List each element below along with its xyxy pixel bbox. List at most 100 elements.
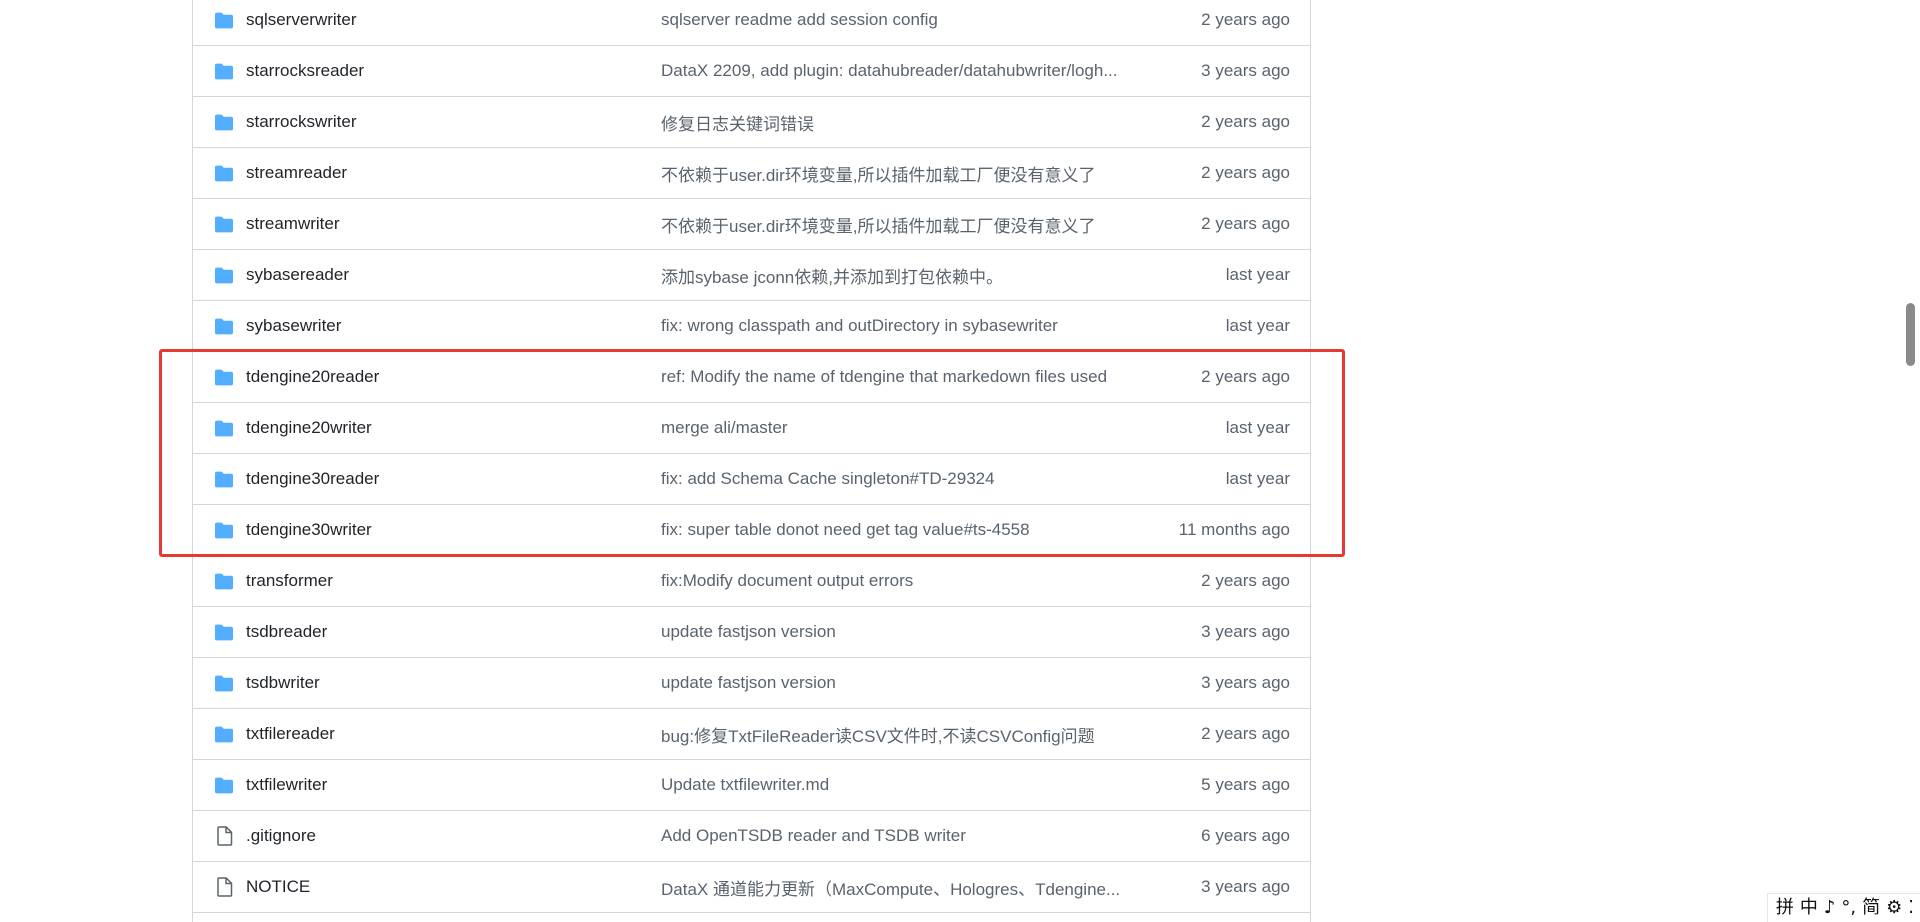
commit-message-link[interactable]: fix: super table donot need get tag valu… [661,520,1136,540]
commit-message-link[interactable]: 修复日志关键词错误 [661,110,1136,135]
file-name-link[interactable]: tdengine30reader [246,469,661,489]
commit-message-link[interactable]: bug:修复TxtFileReader读CSV文件时,不读CSVConfig问题 [661,722,1136,747]
page: sqlserverwriter sqlserver readme add sess… [0,0,1920,922]
commit-age: 5 years ago [1201,775,1290,794]
folder-icon [212,420,236,437]
file-row[interactable]: starrocksreader DataX 2209, add plugin: d… [193,46,1310,97]
file-row[interactable]: tdengine30writer fix: super table donot n… [193,505,1310,556]
folder-icon [212,165,236,182]
file-row[interactable] [193,913,1310,922]
commit-message-link[interactable]: ref: Modify the name of tdengine that ma… [661,367,1136,387]
file-row[interactable]: tsdbreader update fastjson version 3 years… [193,607,1310,658]
file-row[interactable]: .gitignore Add OpenTSDB reader and TSDB w… [193,811,1310,862]
file-name-link[interactable]: tdengine30writer [246,520,661,540]
folder-icon [212,318,236,335]
file-icon [212,877,236,897]
file-row[interactable]: starrockswriter 修复日志关键词错误 2 years ago [193,97,1310,148]
commit-age: last year [1225,265,1290,284]
commit-message-link[interactable]: Update txtfilewriter.md [661,775,1136,795]
commit-message-link[interactable]: 添加sybase jconn依赖,并添加到打包依赖中。 [661,263,1136,288]
folder-icon [212,12,236,29]
file-row[interactable]: sqlserverwriter sqlserver readme add sess… [193,0,1310,46]
commit-age: 3 years ago [1201,877,1290,896]
file-name-link[interactable]: streamwriter [246,214,661,234]
file-row[interactable]: streamwriter 不依赖于user.dir环境变量,所以插件加载工厂便没有… [193,199,1310,250]
file-name-link[interactable]: tsdbreader [246,622,661,642]
commit-message-link[interactable]: update fastjson version [661,673,1136,693]
commit-age: 2 years ago [1201,214,1290,233]
commit-age: last year [1225,469,1290,488]
folder-icon [212,471,236,488]
file-name-link[interactable]: txtfilewriter [246,775,661,795]
file-row[interactable]: tdengine30reader fix: add Schema Cache si… [193,454,1310,505]
file-row[interactable]: sybasewriter fix: wrong classpath and out… [193,301,1310,352]
folder-icon [212,369,236,386]
commit-age: 3 years ago [1201,61,1290,80]
file-name-link[interactable]: transformer [246,571,661,591]
commit-age: 2 years ago [1201,163,1290,182]
file-name-link[interactable]: sybasewriter [246,316,661,336]
file-name-link[interactable]: sqlserverwriter [246,10,661,30]
ime-more-icon[interactable]: ⁚ [1908,899,1914,917]
ime-simplified-icon[interactable]: 简 [1862,899,1880,917]
folder-icon [212,777,236,794]
file-name-link[interactable]: tsdbwriter [246,673,661,693]
file-row[interactable]: tdengine20writer merge ali/master last yea… [193,403,1310,454]
commit-message-link[interactable]: fix:Modify document output errors [661,571,1136,591]
ime-toolbar: 拼中 ♪ °, 简 ⚙ ⁚ [1766,893,1920,922]
ime-pinyin-icon[interactable]: 拼 [1776,899,1794,917]
file-row[interactable]: tsdbwriter update fastjson version 3 years… [193,658,1310,709]
commit-age: 2 years ago [1201,10,1290,29]
file-name-link[interactable]: starrockswriter [246,112,661,132]
commit-age: 3 years ago [1201,673,1290,692]
folder-icon [212,267,236,284]
commit-message-link[interactable]: fix: wrong classpath and outDirectory in… [661,316,1136,336]
commit-age: 3 years ago [1201,622,1290,641]
folder-icon [212,216,236,233]
commit-message-link[interactable]: 不依赖于user.dir环境变量,所以插件加载工厂便没有意义了 [661,161,1136,186]
file-name-link[interactable]: NOTICE [246,877,661,897]
file-row[interactable]: txtfilewriter Update txtfilewriter.md 5 ye… [193,760,1310,811]
file-name-link[interactable]: txtfilereader [246,724,661,744]
file-name-link[interactable]: sybasereader [246,265,661,285]
ime-moon-icon[interactable]: ♪ [1824,899,1836,917]
folder-icon [212,726,236,743]
commit-message-link[interactable]: 不依赖于user.dir环境变量,所以插件加载工厂便没有意义了 [661,212,1136,237]
file-row[interactable]: txtfilereader bug:修复TxtFileReader读CSV文件时,… [193,709,1310,760]
commit-message-link[interactable]: Add OpenTSDB reader and TSDB writer [661,826,1136,846]
commit-age: last year [1225,316,1290,335]
commit-message-link[interactable]: DataX 2209, add plugin: datahubreader/da… [661,61,1136,81]
file-list-table: sqlserverwriter sqlserver readme add sess… [192,0,1311,922]
file-row[interactable]: transformer fix:Modify document output er… [193,556,1310,607]
commit-age: 6 years ago [1201,826,1290,845]
commit-message-link[interactable]: fix: add Schema Cache singleton#TD-29324 [661,469,1136,489]
folder-icon [212,624,236,641]
commit-age: 2 years ago [1201,724,1290,743]
commit-message-link[interactable]: sqlserver readme add session config [661,10,1136,30]
folder-icon [212,63,236,80]
file-name-link[interactable]: tdengine20writer [246,418,661,438]
file-name-link[interactable]: tdengine20reader [246,367,661,387]
file-row[interactable]: sybasereader 添加sybase jconn依赖,并添加到打包依赖中。 l… [193,250,1310,301]
folder-icon [212,522,236,539]
commit-age: 11 months ago [1178,520,1290,539]
file-row[interactable]: streamreader 不依赖于user.dir环境变量,所以插件加载工厂便没有… [193,148,1310,199]
ime-chinese-mode-icon[interactable]: 中 [1800,899,1818,917]
file-row[interactable]: tdengine20reader ref: Modify the name of … [193,352,1310,403]
folder-icon [212,573,236,590]
ime-punctuation-icon[interactable]: °, [1841,899,1856,917]
commit-message-link[interactable]: update fastjson version [661,622,1136,642]
scrollbar-thumb[interactable] [1906,303,1915,366]
commit-message-link[interactable]: merge ali/master [661,418,1136,438]
file-name-link[interactable]: starrocksreader [246,61,661,81]
commit-age: 2 years ago [1201,112,1290,131]
commit-message-link[interactable]: DataX 通道能力更新（MaxCompute、Hologres、Tdengin… [661,875,1136,900]
file-row[interactable]: NOTICE DataX 通道能力更新（MaxCompute、Hologres、T… [193,862,1310,913]
ime-settings-icon[interactable]: ⚙ [1886,899,1902,917]
commit-age: last year [1225,418,1290,437]
commit-age: 2 years ago [1201,367,1290,386]
folder-icon [212,114,236,131]
file-name-link[interactable]: .gitignore [246,826,661,846]
folder-icon [212,675,236,692]
file-name-link[interactable]: streamreader [246,163,661,183]
